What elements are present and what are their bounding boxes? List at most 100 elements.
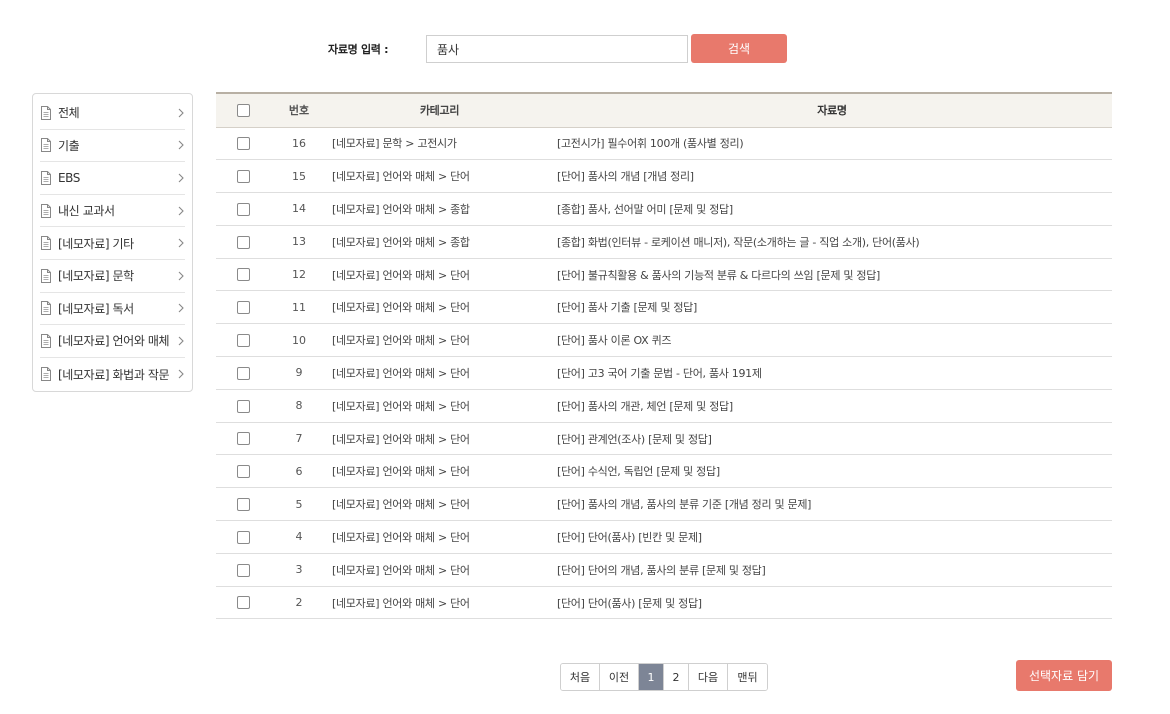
row-checkbox-cell [216,192,271,226]
row-number: 10 [271,323,327,358]
row-checkbox[interactable] [237,432,250,446]
row-checkbox[interactable] [237,333,250,347]
row-category: [네모자료] 언어와 매체 > 단어 [327,487,552,522]
row-checkbox-cell [216,258,271,292]
row-category: [네모자료] 언어와 매체 > 단어 [327,258,552,292]
row-checkbox[interactable] [237,268,250,282]
row-checkbox[interactable] [237,530,250,544]
row-checkbox-cell [216,290,271,325]
row-number: 14 [271,192,327,226]
sidebar-item[interactable]: [네모자료] 화법과 작문 [40,358,185,391]
row-number: 2 [271,586,327,620]
row-title[interactable]: [단어] 수식언, 독립언 [문제 및 정답] [552,454,1112,489]
row-title[interactable]: [단어] 품사의 개념, 품사의 분류 기준 [개념 정리 및 문제] [552,487,1112,522]
search-input[interactable] [426,35,688,63]
sidebar-item[interactable]: [네모자료] 기타 [40,227,185,260]
row-title[interactable]: [단어] 불규칙활용 & 품사의 기능적 분류 & 다르다의 쓰임 [문제 및 … [552,258,1112,292]
add-selected-button[interactable]: 선택자료 담기 [1016,660,1112,691]
sidebar-item[interactable]: EBS [40,162,185,195]
row-title[interactable]: [고전시가] 필수어휘 100개 (품사별 정리) [552,127,1112,161]
row-category: [네모자료] 언어와 매체 > 종합 [327,192,552,226]
sidebar-item-label: [네모자료] 독서 [58,301,134,316]
row-title[interactable]: [단어] 고3 국어 기출 문법 - 단어, 품사 191제 [552,356,1112,390]
row-title[interactable]: [단어] 단어(품사) [빈칸 및 문제] [552,520,1112,554]
sidebar-item[interactable]: 내신 교과서 [40,195,185,228]
row-checkbox[interactable] [237,563,250,577]
chevron-right-icon [177,303,185,313]
table-header-row: 번호 카테고리 자료명 [216,93,1112,127]
page-number-button[interactable]: 1 [639,664,664,690]
sidebar-item[interactable]: [네모자료] 독서 [40,293,185,326]
chevron-right-icon [177,206,185,216]
row-title[interactable]: [단어] 단어(품사) [문제 및 정답] [552,586,1112,620]
row-number: 9 [271,356,327,390]
row-category: [네모자료] 언어와 매체 > 단어 [327,323,552,358]
row-title[interactable]: [단어] 관계언(조사) [문제 및 정답] [552,422,1112,456]
row-checkbox[interactable] [237,465,250,479]
search-button[interactable]: 검색 [691,34,787,63]
page-prev-button[interactable]: 이전 [600,664,639,690]
header-checkbox-cell [216,93,271,127]
select-all-checkbox[interactable] [237,104,250,117]
row-checkbox[interactable] [237,202,250,216]
row-number: 8 [271,389,327,423]
page-first-button[interactable]: 처음 [561,664,600,690]
sidebar-item-label: [네모자료] 언어와 매체 [58,334,170,349]
document-icon [40,105,52,120]
row-checkbox-cell [216,454,271,489]
row-title[interactable]: [단어] 단어의 개념, 품사의 분류 [문제 및 정답] [552,553,1112,587]
row-category: [네모자료] 언어와 매체 > 단어 [327,159,552,194]
row-title[interactable]: [단어] 품사 기출 [문제 및 정답] [552,290,1112,325]
chevron-right-icon [177,140,185,150]
header-category: 카테고리 [419,104,460,118]
page-next-button[interactable]: 다음 [689,664,728,690]
row-checkbox[interactable] [237,497,250,511]
sidebar-item[interactable]: [네모자료] 언어와 매체 [40,325,185,358]
table-row: 8 [네모자료] 언어와 매체 > 단어 [단어] 품사의 개관, 체언 [문제 및… [216,389,1112,423]
row-number: 6 [271,454,327,489]
table-body: 16 [네모자료] 문학 > 고전시가 [고전시가] 필수어휘 100개 (품사별 … [216,127,1112,620]
row-category: [네모자료] 언어와 매체 > 단어 [327,422,552,456]
table-row: 13 [네모자료] 언어와 매체 > 종합 [종합] 화법(인터뷰 - 로케이션 매… [216,225,1112,259]
table-row: 9 [네모자료] 언어와 매체 > 단어 [단어] 고3 국어 기출 문법 - 단어… [216,356,1112,390]
document-icon [40,301,52,316]
row-checkbox-cell [216,159,271,194]
row-title[interactable]: [단어] 품사의 개념 [개념 정리] [552,159,1112,194]
row-title[interactable]: [종합] 화법(인터뷰 - 로케이션 매니저), 작문(소개하는 글 - 직업 … [552,225,1112,259]
table-row: 14 [네모자료] 언어와 매체 > 종합 [종합] 품사, 선어말 어미 [문제 … [216,192,1112,226]
page-last-button[interactable]: 맨뒤 [728,664,767,690]
row-checkbox[interactable] [237,235,250,249]
row-checkbox-cell [216,356,271,390]
page-number-button[interactable]: 2 [664,664,689,690]
row-checkbox-cell [216,323,271,358]
row-title[interactable]: [종합] 품사, 선어말 어미 [문제 및 정답] [552,192,1112,226]
row-checkbox[interactable] [237,169,250,183]
row-title[interactable]: [단어] 품사 이론 OX 퀴즈 [552,323,1112,358]
document-icon [40,268,52,283]
row-checkbox[interactable] [237,399,250,413]
table-row: 12 [네모자료] 언어와 매체 > 단어 [단어] 불규칙활용 & 품사의 기능적… [216,258,1112,292]
row-checkbox-cell [216,487,271,522]
chevron-right-icon [177,173,185,183]
category-sidebar: 전체기출 EBS 내신 교과서 [네모자료] 기타 [네모자료] 문학 [네모자료] 독서… [32,93,193,392]
row-checkbox[interactable] [237,137,250,151]
material-table: 번호 카테고리 자료명 16 [네모자료] 문학 > 고전시가 [고전시가] 필수어… [216,92,1112,620]
row-number: 3 [271,553,327,587]
sidebar-item-label: 전체 [58,106,80,121]
row-checkbox[interactable] [237,366,250,380]
table-row: 5 [네모자료] 언어와 매체 > 단어 [단어] 품사의 개념, 품사의 분류 기… [216,487,1112,522]
sidebar-item-label: EBS [58,170,81,185]
row-category: [네모자료] 언어와 매체 > 종합 [327,225,552,259]
chevron-right-icon [177,271,185,281]
sidebar-item-label: [네모자료] 기타 [58,236,134,251]
sidebar-item[interactable]: [네모자료] 문학 [40,260,185,293]
row-checkbox-cell [216,553,271,587]
row-checkbox[interactable] [237,596,250,610]
sidebar-item[interactable]: 전체 [40,97,185,130]
row-checkbox[interactable] [237,301,250,315]
table-row: 2 [네모자료] 언어와 매체 > 단어 [단어] 단어(품사) [문제 및 정답] [216,586,1112,620]
row-title[interactable]: [단어] 품사의 개관, 체언 [문제 및 정답] [552,389,1112,423]
search-label: 자료명 입력 : [328,43,389,56]
row-number: 16 [271,127,327,161]
sidebar-item[interactable]: 기출 [40,130,185,163]
